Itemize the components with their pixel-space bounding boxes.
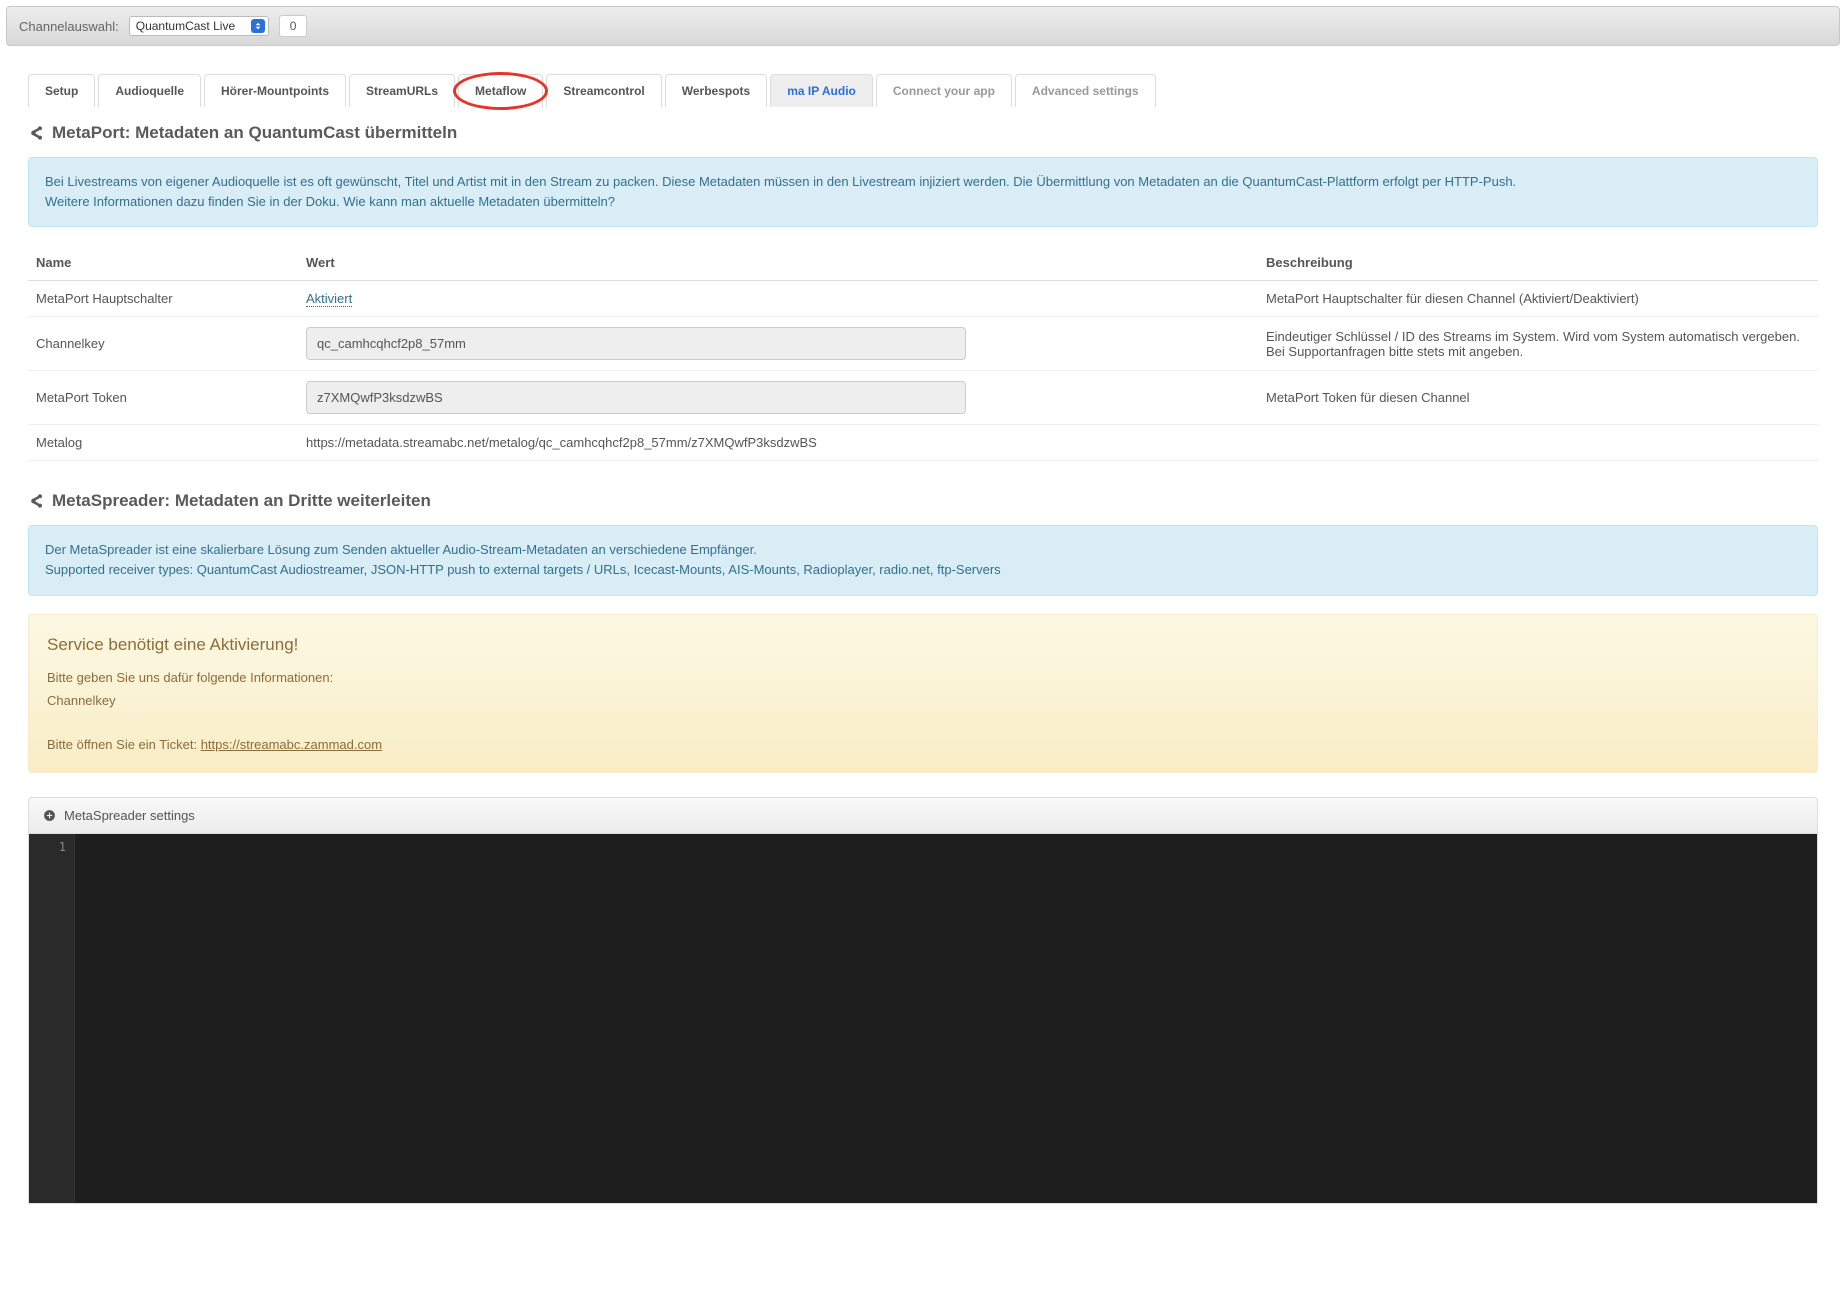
channelkey-input[interactable] xyxy=(306,327,966,360)
channel-select-value: QuantumCast Live xyxy=(136,19,235,33)
metaspreader-heading: MetaSpreader: Metadaten an Dritte weiter… xyxy=(28,491,1818,511)
metaport-table: Name Wert Beschreibung MetaPort Hauptsch… xyxy=(28,245,1818,461)
activation-warning: Service benötigt eine Aktivierung! Bitte… xyxy=(28,614,1818,773)
tab-hoerer-mountpoints[interactable]: Hörer-Mountpoints xyxy=(204,74,346,107)
metaspreader-info-line2: Supported receiver types: QuantumCast Au… xyxy=(45,560,1801,580)
editor-content[interactable] xyxy=(75,834,1817,1203)
row-token-name: MetaPort Token xyxy=(28,371,298,425)
share-icon xyxy=(28,493,44,509)
metaport-info-box: Bei Livestreams von eigener Audioquelle … xyxy=(28,157,1818,227)
metaport-heading-text: MetaPort: Metadaten an QuantumCast überm… xyxy=(52,123,457,143)
table-row: MetaPort Token MetaPort Token für diesen… xyxy=(28,371,1818,425)
metaspreader-info-line1: Der MetaSpreader ist eine skalierbare Lö… xyxy=(45,540,1801,560)
tab-setup[interactable]: Setup xyxy=(28,74,95,107)
col-beschreibung: Beschreibung xyxy=(1258,245,1818,281)
col-wert: Wert xyxy=(298,245,1258,281)
count-badge: 0 xyxy=(279,15,308,37)
table-row: MetaPort Hauptschalter Aktiviert MetaPor… xyxy=(28,281,1818,317)
col-name: Name xyxy=(28,245,298,281)
channel-select[interactable]: QuantumCast Live xyxy=(129,16,269,36)
tab-streamurls[interactable]: StreamURLs xyxy=(349,74,455,107)
metaport-info-link[interactable]: Wie kann man aktuelle Metadaten übermitt… xyxy=(343,194,615,209)
warning-title: Service benötigt eine Aktivierung! xyxy=(47,631,1799,660)
gutter-line-number: 1 xyxy=(37,840,66,854)
row-hauptschalter-name: MetaPort Hauptschalter xyxy=(28,281,298,317)
row-metalog-value: https://metadata.streamabc.net/metalog/q… xyxy=(298,425,1258,461)
token-input[interactable] xyxy=(306,381,966,414)
metaspreader-info-box: Der MetaSpreader ist eine skalierbare Lö… xyxy=(28,525,1818,595)
tab-advanced-settings[interactable]: Advanced settings xyxy=(1015,74,1156,107)
tab-streamcontrol[interactable]: Streamcontrol xyxy=(546,74,661,107)
row-hauptschalter-desc: MetaPort Hauptschalter für diesen Channe… xyxy=(1258,281,1818,317)
row-token-desc: MetaPort Token für diesen Channel xyxy=(1258,371,1818,425)
metaport-info-line2a: Weitere Informationen dazu finden Sie in… xyxy=(45,194,343,209)
tabs: Setup Audioquelle Hörer-Mountpoints Stre… xyxy=(28,74,1818,107)
settings-panel-title: MetaSpreader settings xyxy=(64,808,195,823)
row-metalog-desc xyxy=(1258,425,1818,461)
row-metalog-name: Metalog xyxy=(28,425,298,461)
share-icon xyxy=(28,125,44,141)
warning-line1: Bitte geben Sie uns dafür folgende Infor… xyxy=(47,667,1799,689)
code-editor[interactable]: 1 xyxy=(28,834,1818,1204)
table-row: Channelkey Eindeutiger Schlüssel / ID de… xyxy=(28,317,1818,371)
channel-select-label: Channelauswahl: xyxy=(19,19,119,34)
warning-ticket-link[interactable]: https://streamabc.zammad.com xyxy=(201,737,382,752)
settings-panel-header[interactable]: MetaSpreader settings xyxy=(28,797,1818,834)
plus-circle-icon xyxy=(43,809,56,822)
hauptschalter-toggle[interactable]: Aktiviert xyxy=(306,291,352,307)
metaport-info-line1: Bei Livestreams von eigener Audioquelle … xyxy=(45,172,1801,192)
warning-line2: Channelkey xyxy=(47,690,1799,712)
tab-ma-ip-audio[interactable]: ma IP Audio xyxy=(770,74,873,107)
metaspreader-heading-text: MetaSpreader: Metadaten an Dritte weiter… xyxy=(52,491,431,511)
tab-connect-your-app[interactable]: Connect your app xyxy=(876,74,1012,107)
tab-audioquelle[interactable]: Audioquelle xyxy=(98,74,201,107)
topbar: Channelauswahl: QuantumCast Live 0 xyxy=(6,6,1840,46)
table-row: Metalog https://metadata.streamabc.net/m… xyxy=(28,425,1818,461)
chevron-updown-icon xyxy=(251,19,265,33)
editor-gutter: 1 xyxy=(29,834,75,1203)
row-channelkey-name: Channelkey xyxy=(28,317,298,371)
tab-metaflow[interactable]: Metaflow xyxy=(458,74,543,107)
warning-line3-prefix: Bitte öffnen Sie ein Ticket: xyxy=(47,737,201,752)
row-channelkey-desc: Eindeutiger Schlüssel / ID des Streams i… xyxy=(1258,317,1818,371)
tab-werbespots[interactable]: Werbespots xyxy=(665,74,767,107)
metaport-heading: MetaPort: Metadaten an QuantumCast überm… xyxy=(28,123,1818,143)
